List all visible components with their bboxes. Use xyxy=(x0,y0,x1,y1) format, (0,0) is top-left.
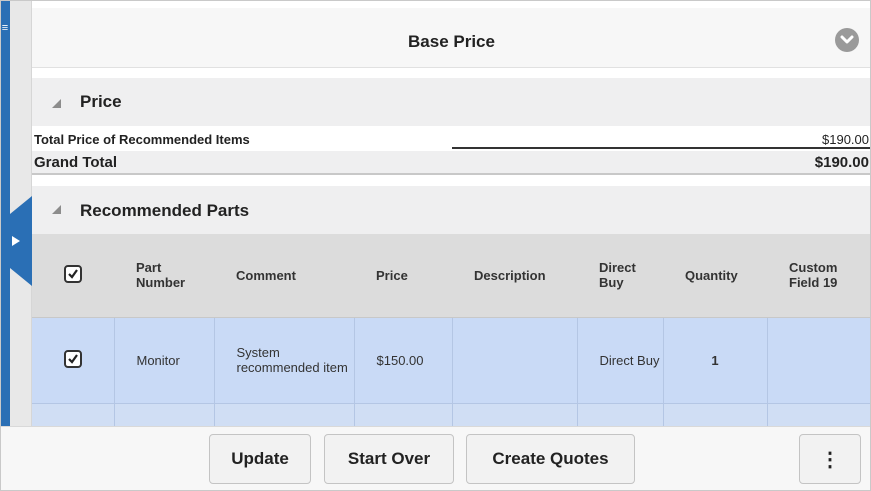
grand-total-label: Grand Total xyxy=(34,154,118,171)
cell-part-number: Monitor xyxy=(114,317,215,404)
column-header-direct-buy[interactable]: Direct Buy xyxy=(577,234,663,318)
side-panel-toggle[interactable] xyxy=(0,196,32,286)
recommended-parts-title: Recommended Parts xyxy=(80,201,250,220)
recommended-parts-table: Part Number Comment Price Description Di… xyxy=(32,234,871,426)
cell-direct-buy: Direct Buy xyxy=(577,317,664,404)
page-header: Base Price xyxy=(32,8,871,68)
create-quotes-button[interactable]: Create Quotes xyxy=(466,434,635,484)
row-select-cell[interactable] xyxy=(32,403,115,426)
table-row[interactable] xyxy=(32,403,871,426)
grand-total-row: Grand Total $190.00 xyxy=(32,151,871,175)
cell-description xyxy=(452,317,578,404)
select-all-cell[interactable] xyxy=(32,234,114,318)
row-select-cell[interactable] xyxy=(32,317,115,404)
cell-comment: System recommended item xyxy=(214,317,355,404)
start-over-button[interactable]: Start Over xyxy=(324,434,454,484)
recommended-parts-section-header[interactable]: Recommended Parts xyxy=(32,186,871,234)
column-header-custom-field-19[interactable]: Custom Field 19 xyxy=(767,234,871,318)
chevron-down-icon[interactable] xyxy=(835,28,859,52)
grand-total-value: $190.00 xyxy=(814,154,869,171)
column-header-description[interactable]: Description xyxy=(452,234,577,318)
column-header-quantity[interactable]: Quantity xyxy=(663,234,767,318)
column-header-part-number[interactable]: Part Number xyxy=(114,234,214,318)
total-price-label: Total Price of Recommended Items xyxy=(34,132,250,147)
page-title: Base Price xyxy=(408,32,495,51)
total-price-row: Total Price of Recommended Items $190.00 xyxy=(32,128,871,150)
column-header-comment[interactable]: Comment xyxy=(214,234,354,318)
collapse-triangle-icon xyxy=(52,205,61,214)
price-section-title: Price xyxy=(80,92,122,111)
cell-price: $150.00 xyxy=(354,317,453,404)
table-header-row: Part Number Comment Price Description Di… xyxy=(32,234,871,318)
total-price-value: $190.00 xyxy=(822,132,869,147)
total-divider xyxy=(452,147,870,149)
price-section-header[interactable]: Price xyxy=(32,78,871,126)
row-select-checkbox[interactable] xyxy=(63,349,82,368)
cell-quantity[interactable]: 1 xyxy=(663,317,768,404)
column-header-price[interactable]: Price xyxy=(354,234,452,318)
collapse-triangle-icon xyxy=(52,99,61,108)
more-options-button[interactable]: ⋮ xyxy=(799,434,861,484)
bottom-action-bar: Update Start Over Create Quotes ⋮ xyxy=(0,426,871,491)
table-row[interactable]: Monitor System recommended item $150.00 … xyxy=(32,317,871,404)
select-all-checkbox[interactable] xyxy=(64,264,82,283)
hamburger-menu-icon[interactable]: ≡ xyxy=(0,22,10,34)
update-button[interactable]: Update xyxy=(209,434,311,484)
cell-custom-field-19 xyxy=(767,317,871,404)
